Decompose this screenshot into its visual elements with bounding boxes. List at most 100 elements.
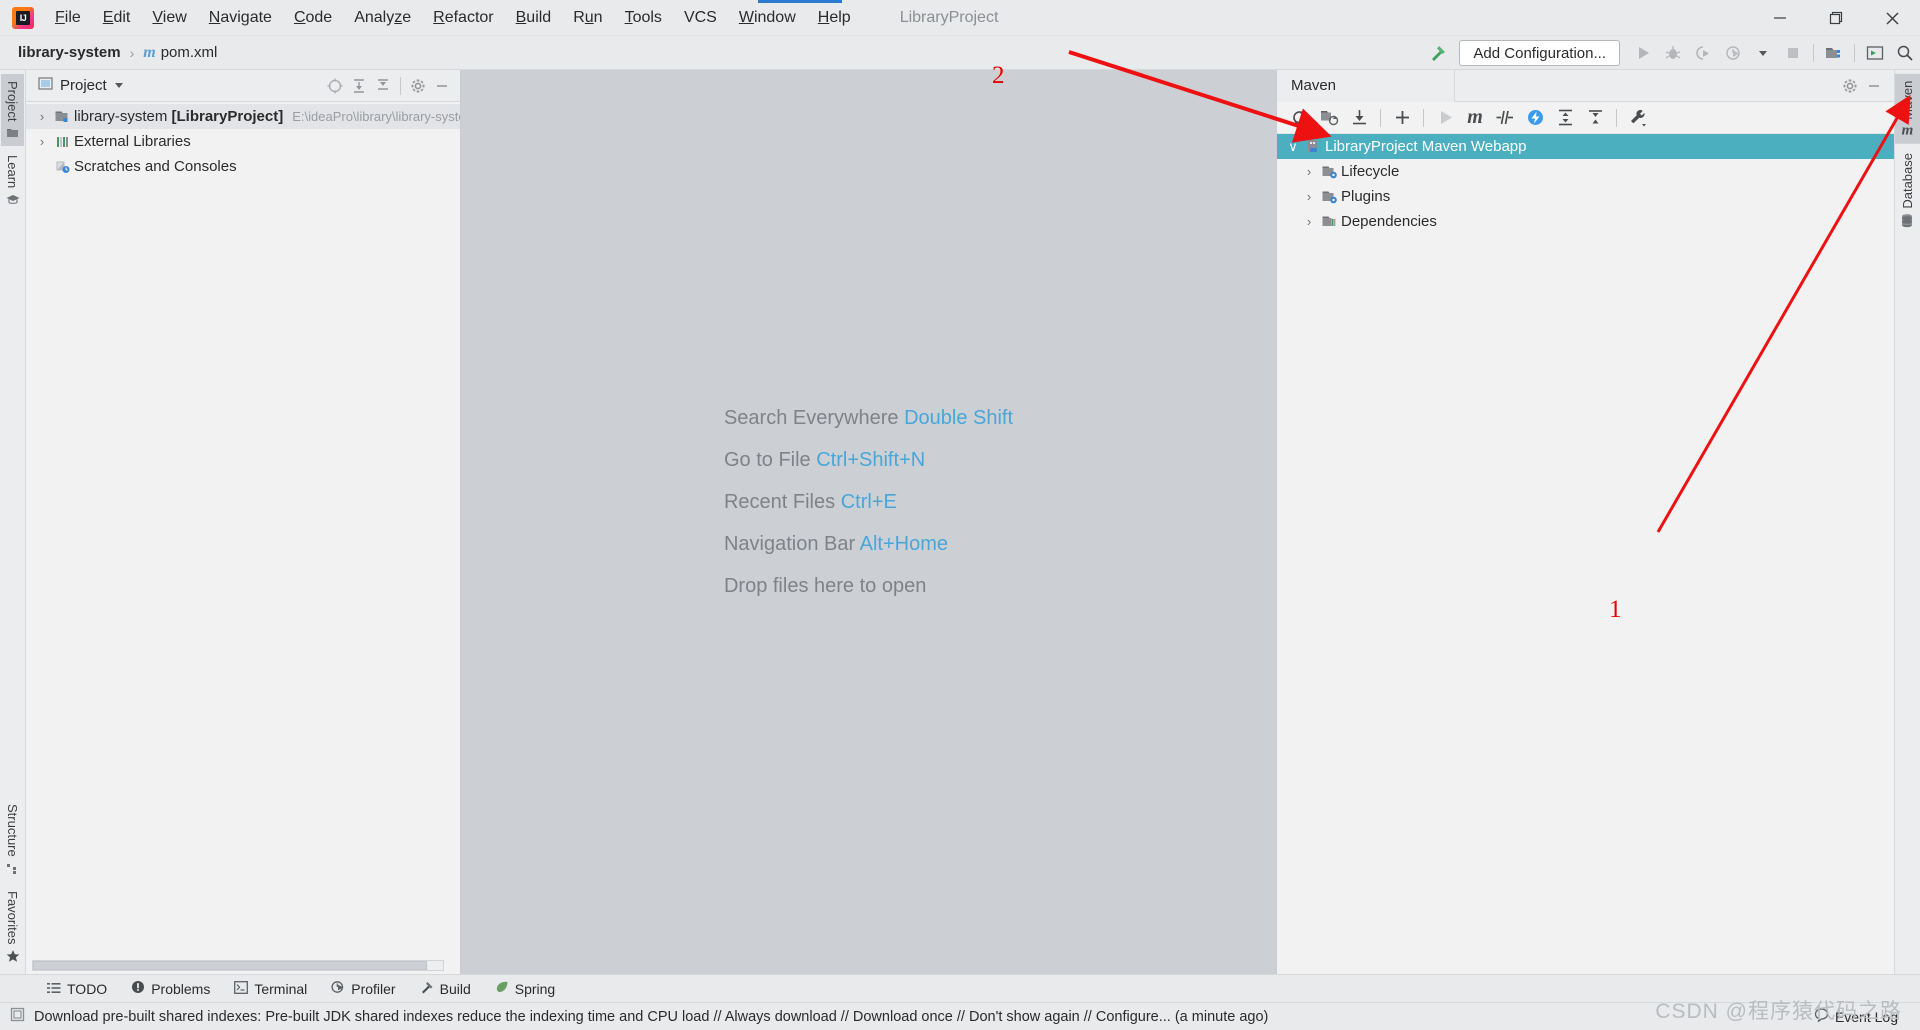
maven-m-icon: m xyxy=(1901,122,1914,139)
bottom-tab-spring[interactable]: Spring xyxy=(486,977,564,1000)
hide-panel-icon[interactable] xyxy=(1862,74,1886,98)
collapse-all-icon[interactable] xyxy=(371,74,395,98)
chevron-right-icon[interactable]: › xyxy=(1299,164,1319,179)
event-log-button[interactable]: Event Log xyxy=(1814,1008,1898,1025)
maximize-button[interactable] xyxy=(1808,0,1864,36)
execute-goal-run-icon[interactable] xyxy=(1431,104,1459,132)
tree-row-library-system[interactable]: › library-system [LibraryProject] E:\ide… xyxy=(26,104,460,129)
bottom-tab-todo[interactable]: TODO xyxy=(38,978,116,1000)
project-structure-icon[interactable] xyxy=(1819,38,1849,68)
close-button[interactable] xyxy=(1864,0,1920,36)
project-tree-horizontal-scrollbar[interactable] xyxy=(32,960,444,971)
maven-tree-row-plugins[interactable]: › Plugins xyxy=(1277,184,1894,209)
menu-item-code[interactable]: Code xyxy=(283,5,343,31)
left-strip-top-group: Project Learn xyxy=(1,74,24,213)
lifecycle-folder-icon xyxy=(1319,165,1341,179)
run-with-coverage-icon[interactable] xyxy=(1688,38,1718,68)
toggle-offline-mode-icon[interactable] xyxy=(1521,104,1549,132)
status-bar-message[interactable]: Download pre-built shared indexes: Pre-b… xyxy=(34,1009,1268,1025)
minimize-button[interactable] xyxy=(1752,0,1808,36)
reload-all-maven-projects-icon[interactable] xyxy=(1285,104,1313,132)
project-tree[interactable]: › library-system [LibraryProject] E:\ide… xyxy=(26,102,460,974)
menu-item-navigate[interactable]: Navigate xyxy=(198,5,283,31)
tree-row-external-libraries[interactable]: › External Libraries xyxy=(26,129,460,154)
chevron-down-icon[interactable] xyxy=(114,77,124,94)
menu-item-tools[interactable]: Tools xyxy=(614,5,673,31)
menu-item-window[interactable]: Window xyxy=(728,5,807,31)
bottom-tab-label: Problems xyxy=(151,980,211,997)
event-log-label: Event Log xyxy=(1834,1008,1898,1025)
settings-gear-icon[interactable] xyxy=(406,74,430,98)
hammer-icon[interactable] xyxy=(1425,40,1451,66)
maven-tree-label-dependencies: Dependencies xyxy=(1341,213,1437,230)
maven-m-icon[interactable]: m xyxy=(1461,104,1489,132)
menu-item-view[interactable]: View xyxy=(141,5,197,31)
sidebar-item-favorites[interactable]: Favorites xyxy=(1,884,24,970)
maven-projects-tree[interactable]: ∨ LibraryProject Maven Webapp › Lifecycl… xyxy=(1277,134,1894,974)
expand-all-icon[interactable] xyxy=(347,74,371,98)
scratches-icon xyxy=(52,160,74,174)
add-configuration-button[interactable]: Add Configuration... xyxy=(1459,40,1620,66)
status-bar: Download pre-built shared indexes: Pre-b… xyxy=(0,1002,1920,1030)
window-drag-indicator xyxy=(758,0,842,3)
maven-tree-label-project: LibraryProject Maven Webapp xyxy=(1325,138,1527,155)
run-icon[interactable] xyxy=(1628,38,1658,68)
settings-gear-icon[interactable] xyxy=(1838,74,1862,98)
add-plus-icon[interactable] xyxy=(1388,104,1416,132)
sidebar-item-structure[interactable]: Structure xyxy=(1,797,24,882)
database-icon xyxy=(1901,213,1915,227)
stop-icon[interactable] xyxy=(1778,38,1808,68)
sidebar-item-learn[interactable]: Learn xyxy=(1,148,24,212)
menu-item-edit[interactable]: Edit xyxy=(92,5,142,31)
hide-panel-icon[interactable] xyxy=(430,74,454,98)
project-panel-title[interactable]: Project xyxy=(38,76,124,95)
problems-icon xyxy=(131,980,145,997)
title-bar: IJ File Edit View Navigate Code Analyze … xyxy=(0,0,1920,36)
menu-item-run[interactable]: Run xyxy=(562,5,613,31)
bottom-bars: TODO Problems Terminal Profiler Build Sp… xyxy=(0,974,1920,1030)
maven-project-icon xyxy=(1303,139,1325,154)
expand-all-icon[interactable] xyxy=(1551,104,1579,132)
todo-list-icon xyxy=(47,981,61,997)
chevron-right-icon[interactable]: › xyxy=(1299,189,1319,204)
chevron-right-icon[interactable]: › xyxy=(1299,214,1319,229)
sidebar-item-project[interactable]: Project xyxy=(1,74,24,147)
maven-tree-row-dependencies[interactable]: › Dependencies xyxy=(1277,209,1894,234)
collapse-all-icon[interactable] xyxy=(1581,104,1609,132)
menu-item-file[interactable]: File xyxy=(44,5,92,31)
notification-icon[interactable] xyxy=(10,1007,25,1027)
bottom-tab-terminal[interactable]: Terminal xyxy=(225,978,316,1000)
menu-item-help[interactable]: Help xyxy=(807,5,862,31)
menu-item-analyze[interactable]: Analyze xyxy=(343,5,422,31)
chevron-right-icon[interactable]: › xyxy=(32,134,52,149)
chevron-down-icon[interactable] xyxy=(1748,38,1778,68)
profile-icon[interactable] xyxy=(1718,38,1748,68)
debug-icon[interactable] xyxy=(1658,38,1688,68)
breadcrumb-item-file[interactable]: m pom.xml xyxy=(139,42,221,64)
toggle-skip-tests-icon[interactable] xyxy=(1491,104,1519,132)
tree-row-scratches-and-consoles[interactable]: Scratches and Consoles xyxy=(26,154,460,179)
bottom-tab-build[interactable]: Build xyxy=(411,977,480,1000)
sidebar-item-database[interactable]: Database xyxy=(1896,146,1919,235)
chevron-down-icon[interactable]: ∨ xyxy=(1283,139,1303,155)
menu-item-refactor[interactable]: Refactor xyxy=(422,5,504,31)
menu-item-vcs[interactable]: VCS xyxy=(673,5,728,31)
select-opened-file-icon[interactable] xyxy=(323,74,347,98)
structure-panel-label: Structure xyxy=(5,803,20,857)
add-maven-project-icon[interactable] xyxy=(1315,104,1343,132)
maven-tree-row-project[interactable]: ∨ LibraryProject Maven Webapp xyxy=(1277,134,1894,159)
breadcrumb-item-project[interactable]: library-system xyxy=(14,42,125,63)
menu-item-build[interactable]: Build xyxy=(505,5,563,31)
bottom-tab-problems[interactable]: Problems xyxy=(122,977,219,1000)
sidebar-item-maven[interactable]: m Maven xyxy=(1895,74,1920,144)
bottom-tool-window-bar: TODO Problems Terminal Profiler Build Sp… xyxy=(0,974,1920,1002)
maven-tree-row-lifecycle[interactable]: › Lifecycle xyxy=(1277,159,1894,184)
chevron-right-icon[interactable]: › xyxy=(32,109,52,124)
download-sources-icon[interactable] xyxy=(1345,104,1373,132)
editor-empty-area[interactable]: Search Everywhere Double Shift Go to Fil… xyxy=(461,70,1276,974)
maven-tab-title[interactable]: Maven xyxy=(1277,69,1455,102)
search-icon[interactable] xyxy=(1890,38,1920,68)
terminal-icon[interactable] xyxy=(1860,38,1890,68)
maven-settings-icon[interactable] xyxy=(1624,104,1652,132)
bottom-tab-profiler[interactable]: Profiler xyxy=(322,977,404,1000)
